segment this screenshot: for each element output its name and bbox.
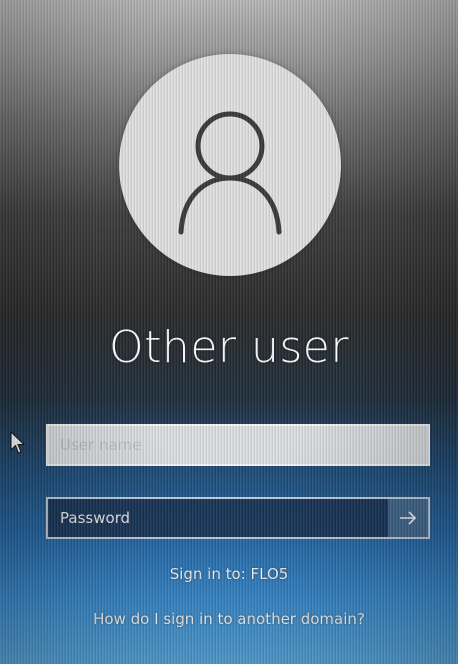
other-domain-help-link[interactable]: How do I sign in to another domain? (0, 610, 458, 628)
mouse-pointer-icon (10, 431, 26, 454)
sign-in-domain-label: Sign in to: FLO5 (169, 565, 289, 583)
user-avatar (119, 54, 341, 276)
password-field-container (46, 497, 430, 539)
username-input[interactable] (46, 424, 430, 466)
submit-button[interactable] (388, 499, 428, 537)
password-input[interactable] (48, 499, 388, 537)
arrow-right-icon (400, 511, 417, 525)
user-display-name: Other user (109, 322, 349, 373)
user-silhouette-icon (178, 111, 282, 235)
